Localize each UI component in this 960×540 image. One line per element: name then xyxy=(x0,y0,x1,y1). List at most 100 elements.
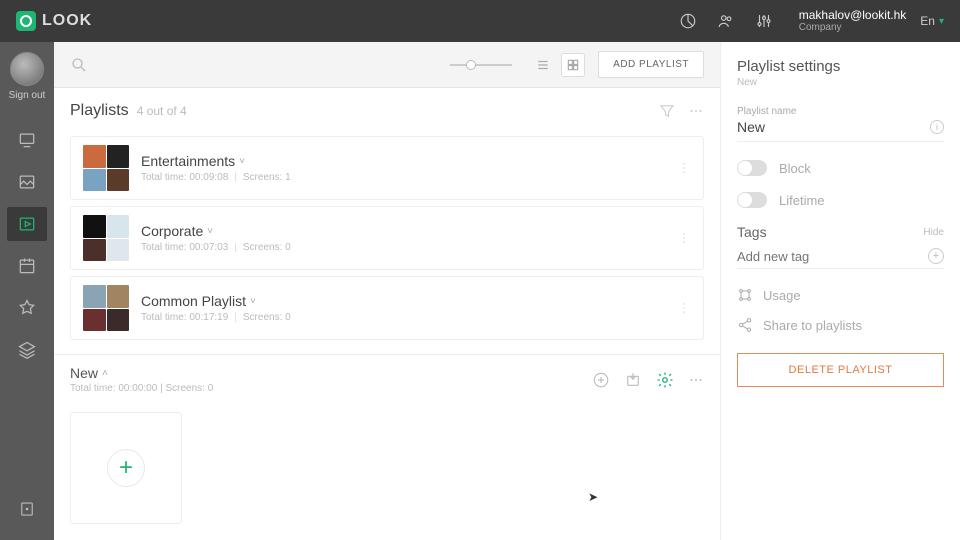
main: ADD PLAYLIST Playlists 4 out of 4 Entert… xyxy=(54,42,720,540)
open-playlist-name-row[interactable]: New ˄ xyxy=(70,365,213,381)
share-icon xyxy=(737,317,753,333)
playlists-title: Playlists xyxy=(70,102,129,120)
usage-icon xyxy=(737,287,753,303)
thumb xyxy=(107,215,130,238)
playlist-meta: Total time: 00:07:03|Screens: 0 xyxy=(141,242,677,253)
playlist-card[interactable]: Corporate˅ Total time: 00:07:03|Screens: … xyxy=(70,206,704,270)
user-email: makhalov@lookit.hk xyxy=(799,8,907,22)
users-icon[interactable] xyxy=(715,10,737,32)
add-tag-input[interactable] xyxy=(737,249,928,264)
lifetime-toggle[interactable] xyxy=(737,192,767,208)
add-content-tile[interactable]: + xyxy=(70,412,182,524)
filter-icon[interactable] xyxy=(658,102,676,120)
block-toggle[interactable] xyxy=(737,160,767,176)
usage-link[interactable]: Usage xyxy=(737,287,944,303)
block-label: Block xyxy=(779,161,811,176)
view-list-button[interactable] xyxy=(531,53,555,77)
sidebar-playlists-icon[interactable] xyxy=(7,207,47,241)
thumb xyxy=(83,239,106,262)
logo-mark-icon xyxy=(16,11,36,31)
card-more-icon[interactable] xyxy=(677,161,691,175)
language-label: En xyxy=(920,14,935,28)
playlist-name: Entertainments˅ xyxy=(141,153,677,169)
sidebar-media-icon[interactable] xyxy=(7,165,47,199)
sidebar-schedule-icon[interactable] xyxy=(7,249,47,283)
open-screens-label: Screens: xyxy=(165,383,204,394)
cursor-icon: ➤ xyxy=(588,490,598,504)
open-playlist-section: New ˄ Total time: 00:00:00 | Screens: 0 xyxy=(54,354,720,540)
thumb xyxy=(107,285,130,308)
panel-subtitle: New xyxy=(737,77,944,88)
brand-text: LOOK xyxy=(42,12,92,30)
open-total-time-label: Total time: xyxy=(70,383,116,394)
avatar[interactable] xyxy=(10,52,44,86)
thumb xyxy=(107,239,130,262)
settings-panel: Playlist settings New Playlist name i Bl… xyxy=(720,42,960,540)
thumb xyxy=(107,309,130,332)
zoom-slider[interactable] xyxy=(450,64,512,66)
sign-out-link[interactable]: Sign out xyxy=(9,90,46,101)
language-selector[interactable]: En ▾ xyxy=(920,14,944,28)
card-more-icon[interactable] xyxy=(677,231,691,245)
playlist-card[interactable]: Entertainments˅ Total time: 00:09:08|Scre… xyxy=(70,136,704,200)
thumb xyxy=(83,169,106,192)
pie-chart-icon[interactable] xyxy=(677,10,699,32)
thumb xyxy=(83,309,106,332)
logo[interactable]: LOOK xyxy=(16,11,92,31)
playlist-name-label: Playlist name xyxy=(737,106,944,117)
open-total-time: 00:00:00 xyxy=(118,383,157,394)
add-tag-plus-icon[interactable]: + xyxy=(928,248,944,264)
plus-icon: + xyxy=(107,449,145,487)
playlist-thumbs xyxy=(83,285,129,331)
playlist-card[interactable]: Common Playlist˅ Total time: 00:17:19|Scr… xyxy=(70,276,704,340)
chevron-down-icon: ▾ xyxy=(939,16,944,27)
sidebar-screens-icon[interactable] xyxy=(7,123,47,157)
view-grid-button[interactable] xyxy=(561,53,585,77)
card-more-icon[interactable] xyxy=(677,301,691,315)
open-more-icon[interactable] xyxy=(688,372,704,388)
more-icon[interactable] xyxy=(688,103,704,119)
delete-playlist-button[interactable]: DELETE PLAYLIST xyxy=(737,353,944,387)
sidebar-layers-icon[interactable] xyxy=(7,333,47,367)
playlist-name: Corporate˅ xyxy=(141,223,677,239)
playlist-meta: Total time: 00:17:19|Screens: 0 xyxy=(141,312,677,323)
info-icon[interactable]: i xyxy=(930,120,944,134)
sidebar: Sign out xyxy=(0,42,54,540)
playlist-name: Common Playlist˅ xyxy=(141,293,677,309)
thumb xyxy=(83,145,106,168)
chevron-down-icon: ˅ xyxy=(207,226,213,237)
add-playlist-button[interactable]: ADD PLAYLIST xyxy=(598,51,704,78)
lifetime-label: Lifetime xyxy=(779,193,825,208)
tags-title: Tags xyxy=(737,224,923,240)
chevron-up-icon: ˄ xyxy=(102,368,108,379)
usage-label: Usage xyxy=(763,288,801,303)
sidebar-star-icon[interactable] xyxy=(7,291,47,325)
playlist-name-input[interactable] xyxy=(737,117,930,137)
playlist-thumbs xyxy=(83,215,129,261)
playlist-thumbs xyxy=(83,145,129,191)
thumb xyxy=(83,285,106,308)
playlist-meta: Total time: 00:09:08|Screens: 1 xyxy=(141,172,677,183)
panel-title: Playlist settings xyxy=(737,58,944,75)
user-menu[interactable]: makhalov@lookit.hk Company xyxy=(799,8,907,34)
open-playlist-name: New xyxy=(70,365,98,381)
import-icon[interactable] xyxy=(624,371,642,389)
open-screens: 0 xyxy=(208,383,214,394)
add-media-icon[interactable] xyxy=(592,371,610,389)
chevron-down-icon: ˅ xyxy=(250,296,256,307)
zoom-slider-handle[interactable] xyxy=(466,60,476,70)
tags-hide-link[interactable]: Hide xyxy=(923,227,944,238)
playlists-header: Playlists 4 out of 4 xyxy=(54,88,720,130)
sidebar-help-icon[interactable] xyxy=(7,492,47,526)
settings-gear-icon[interactable] xyxy=(656,371,674,389)
sliders-icon[interactable] xyxy=(753,10,775,32)
share-label: Share to playlists xyxy=(763,318,862,333)
thumb xyxy=(83,215,106,238)
toolbar: ADD PLAYLIST xyxy=(54,42,720,88)
chevron-down-icon: ˅ xyxy=(239,156,245,167)
header: LOOK makhalov@lookit.hk Company En ▾ xyxy=(0,0,960,42)
search-icon[interactable] xyxy=(70,56,88,74)
share-link[interactable]: Share to playlists xyxy=(737,317,944,333)
user-org: Company xyxy=(799,22,907,34)
playlists-count: 4 out of 4 xyxy=(137,104,187,118)
